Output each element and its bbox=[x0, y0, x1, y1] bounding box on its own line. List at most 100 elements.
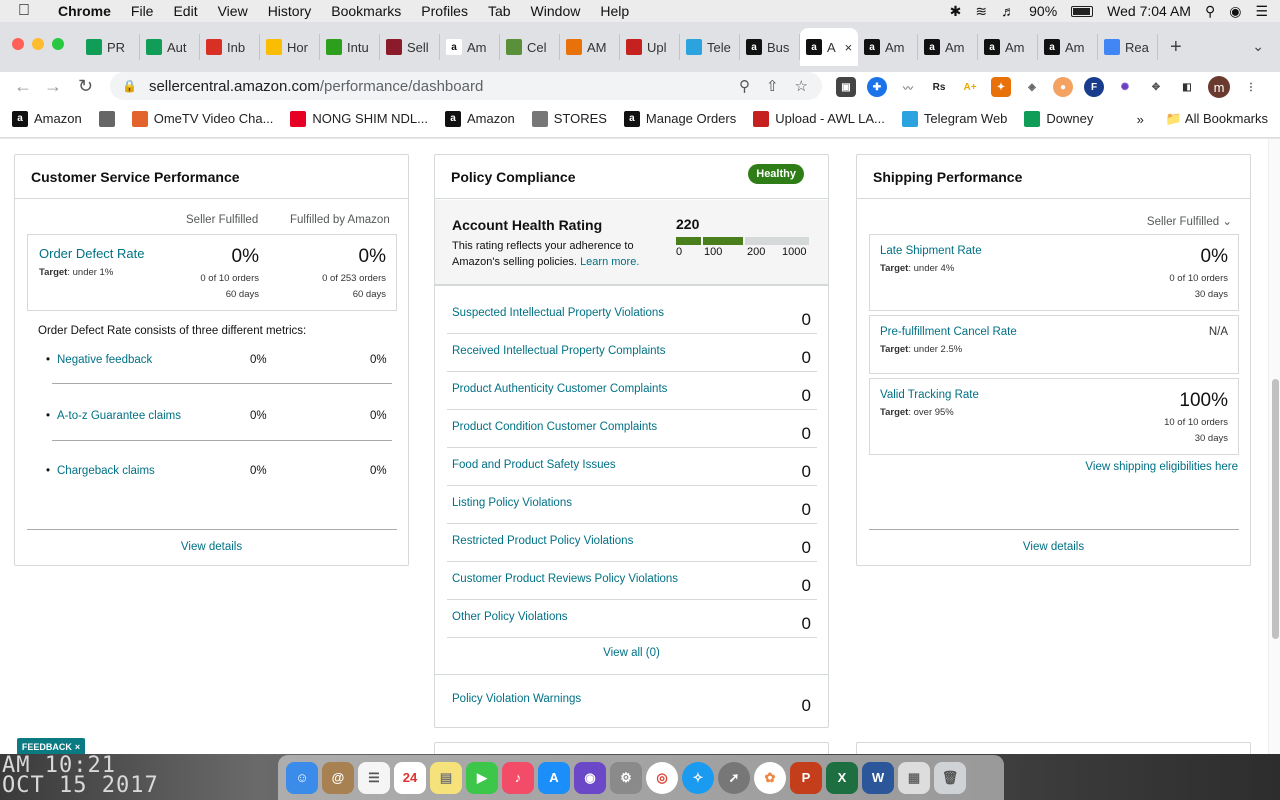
address-bar[interactable]: 🔒 sellercentral.amazon.com/performance/d… bbox=[110, 72, 822, 100]
app-store-icon[interactable]: A bbox=[538, 761, 570, 794]
browser-tab[interactable]: Aut bbox=[140, 34, 200, 60]
browser-tab[interactable]: a Am bbox=[440, 34, 500, 60]
bookmark-star-icon[interactable]: ☆ bbox=[795, 77, 808, 95]
order-defect-rate-link[interactable]: Order Defect Rate bbox=[39, 246, 145, 261]
bookmark-item[interactable]: Downey bbox=[1024, 110, 1093, 127]
finder-icon[interactable]: ☺ bbox=[286, 761, 318, 794]
all-bookmarks-button[interactable]: 📁 All Bookmarks bbox=[1166, 111, 1268, 127]
browser-tab[interactable]: Sell bbox=[380, 34, 440, 60]
volume-icon[interactable]: ♬ bbox=[1001, 3, 1015, 19]
page-scrollbar[interactable] bbox=[1268, 139, 1280, 754]
negative-feedback-link[interactable]: Negative feedback bbox=[57, 354, 152, 366]
policy-violation-warnings-link[interactable]: Policy Violation Warnings bbox=[452, 693, 581, 705]
pre-fulfillment-cancel-rate-link[interactable]: Pre-fulfillment Cancel Rate bbox=[880, 326, 1017, 338]
bookmark-item[interactable]: Upload - AWL LA... bbox=[753, 110, 885, 127]
launchpad-icon[interactable]: ➚ bbox=[718, 761, 750, 794]
calendar-icon[interactable]: 24 bbox=[394, 761, 426, 794]
powerpoint-icon[interactable]: P bbox=[790, 761, 822, 794]
extension-plus-icon[interactable]: A+ bbox=[960, 77, 980, 97]
menu-help[interactable]: Help bbox=[600, 3, 629, 19]
extension-gray-icon[interactable]: 〰 bbox=[898, 77, 918, 97]
learn-more-link[interactable]: Learn more. bbox=[580, 256, 639, 268]
zoom-window-button[interactable] bbox=[52, 38, 64, 50]
extension-off-icon[interactable]: ▣ bbox=[836, 77, 856, 97]
bookmark-item[interactable]: Telegram Web bbox=[901, 110, 1007, 127]
extensions-puzzle-icon[interactable]: ✥ bbox=[1146, 77, 1166, 97]
menu-view[interactable]: View bbox=[218, 3, 248, 19]
scrollbar-thumb[interactable] bbox=[1272, 379, 1279, 639]
apple-menu-icon[interactable]:  bbox=[18, 2, 38, 20]
siri-dock-icon[interactable]: ◉ bbox=[574, 761, 606, 794]
shipping-filter-dropdown[interactable]: Seller Fulfilled ⌄ bbox=[1147, 214, 1232, 228]
safari-icon[interactable]: ✧ bbox=[682, 761, 714, 794]
chrome-icon[interactable]: ◎ bbox=[646, 761, 678, 794]
browser-tab[interactable]: Tele bbox=[680, 34, 740, 60]
browser-tab[interactable]: PR bbox=[80, 34, 140, 60]
lock-icon[interactable]: 🔒 bbox=[122, 79, 137, 93]
view-shipping-eligibilities-link[interactable]: View shipping eligibilities here bbox=[1085, 461, 1238, 473]
menu-history[interactable]: History bbox=[268, 3, 312, 19]
more-bookmarks-icon[interactable]: » bbox=[1137, 112, 1144, 127]
late-shipment-rate-link[interactable]: Late Shipment Rate bbox=[880, 245, 982, 257]
view-all-violations-link[interactable]: View all (0) bbox=[435, 647, 828, 659]
menubar-clock[interactable]: Wed 7:04 AM bbox=[1107, 3, 1191, 19]
control-center-icon[interactable]: ☰ bbox=[1255, 3, 1268, 20]
zoom-icon[interactable]: ⚲ bbox=[739, 77, 750, 95]
browser-tab[interactable]: Rea bbox=[1098, 34, 1158, 60]
browser-tab[interactable]: AM bbox=[560, 34, 620, 60]
document-preview-icon[interactable]: ▦ bbox=[898, 761, 930, 794]
menu-tab[interactable]: Tab bbox=[488, 3, 511, 19]
browser-tab[interactable]: Intu bbox=[320, 34, 380, 60]
shipping-view-details-link[interactable]: View details bbox=[857, 541, 1250, 553]
menu-edit[interactable]: Edit bbox=[173, 3, 197, 19]
more-menu-icon[interactable]: ⋮ bbox=[1241, 77, 1261, 97]
violation-link[interactable]: Customer Product Reviews Policy Violatio… bbox=[452, 573, 678, 585]
side-panel-icon[interactable]: ◧ bbox=[1177, 77, 1197, 97]
menu-bookmarks[interactable]: Bookmarks bbox=[331, 3, 401, 19]
a-to-z-claims-link[interactable]: A-to-z Guarantee claims bbox=[57, 410, 181, 422]
extension-f-icon[interactable]: F bbox=[1084, 77, 1104, 97]
violation-link[interactable]: Product Condition Customer Complaints bbox=[452, 421, 657, 433]
extension-blue-icon[interactable]: ✚ bbox=[867, 77, 887, 97]
wifi-icon[interactable]: ≋ bbox=[975, 3, 987, 20]
extension-off-orange-icon[interactable]: ✦ bbox=[991, 77, 1011, 97]
cs-view-details-link[interactable]: View details bbox=[15, 541, 408, 553]
violation-link[interactable]: Listing Policy Violations bbox=[452, 497, 572, 509]
music-icon[interactable]: ♪ bbox=[502, 761, 534, 794]
menu-profiles[interactable]: Profiles bbox=[421, 3, 468, 19]
notes-icon[interactable]: ▤ bbox=[430, 761, 462, 794]
menu-app-name[interactable]: Chrome bbox=[58, 3, 111, 19]
valid-tracking-rate-link[interactable]: Valid Tracking Rate bbox=[880, 389, 979, 401]
new-tab-icon[interactable]: + bbox=[1170, 36, 1182, 59]
tab-search-chevron-icon[interactable]: ⌄ bbox=[1252, 38, 1264, 55]
browser-tab[interactable]: a A × bbox=[800, 28, 858, 66]
trash-icon[interactable]: 🗑 bbox=[934, 761, 966, 794]
share-icon[interactable]: ⇧ bbox=[766, 77, 779, 95]
photos-icon[interactable]: ✿ bbox=[754, 761, 786, 794]
profile-avatar[interactable]: m bbox=[1208, 76, 1230, 98]
extension-sun-icon[interactable]: ✺ bbox=[1115, 77, 1135, 97]
close-tab-icon[interactable]: × bbox=[845, 40, 853, 55]
reminders-icon[interactable]: ☰ bbox=[358, 761, 390, 794]
bookmark-item[interactable]: STORES bbox=[531, 110, 607, 127]
violation-link[interactable]: Restricted Product Policy Violations bbox=[452, 535, 633, 547]
violation-link[interactable]: Food and Product Safety Issues bbox=[452, 459, 616, 471]
spotlight-search-icon[interactable]: ⚲ bbox=[1205, 3, 1215, 20]
contacts-icon[interactable]: @ bbox=[322, 761, 354, 794]
back-arrow-icon[interactable]: ← bbox=[14, 76, 32, 97]
close-icon[interactable]: × bbox=[75, 742, 80, 752]
forward-arrow-icon[interactable]: → bbox=[44, 76, 62, 97]
excel-icon[interactable]: X bbox=[826, 761, 858, 794]
bookmark-item[interactable]: a Amazon bbox=[12, 110, 82, 127]
browser-tab[interactable]: Upl bbox=[620, 34, 680, 60]
violation-link[interactable]: Received Intellectual Property Complaint… bbox=[452, 345, 666, 357]
bookmark-item[interactable]: a Amazon bbox=[445, 110, 515, 127]
menu-file[interactable]: File bbox=[131, 3, 154, 19]
browser-tab[interactable]: Inb bbox=[200, 34, 260, 60]
violation-link[interactable]: Other Policy Violations bbox=[452, 611, 567, 623]
system-preferences-icon[interactable]: ⚙ bbox=[610, 761, 642, 794]
violation-link[interactable]: Product Authenticity Customer Complaints bbox=[452, 383, 667, 395]
browser-tab[interactable]: a Am bbox=[858, 34, 918, 60]
extension-cube-icon[interactable]: ◈ bbox=[1022, 77, 1042, 97]
facetime-icon[interactable]: ▶ bbox=[466, 761, 498, 794]
